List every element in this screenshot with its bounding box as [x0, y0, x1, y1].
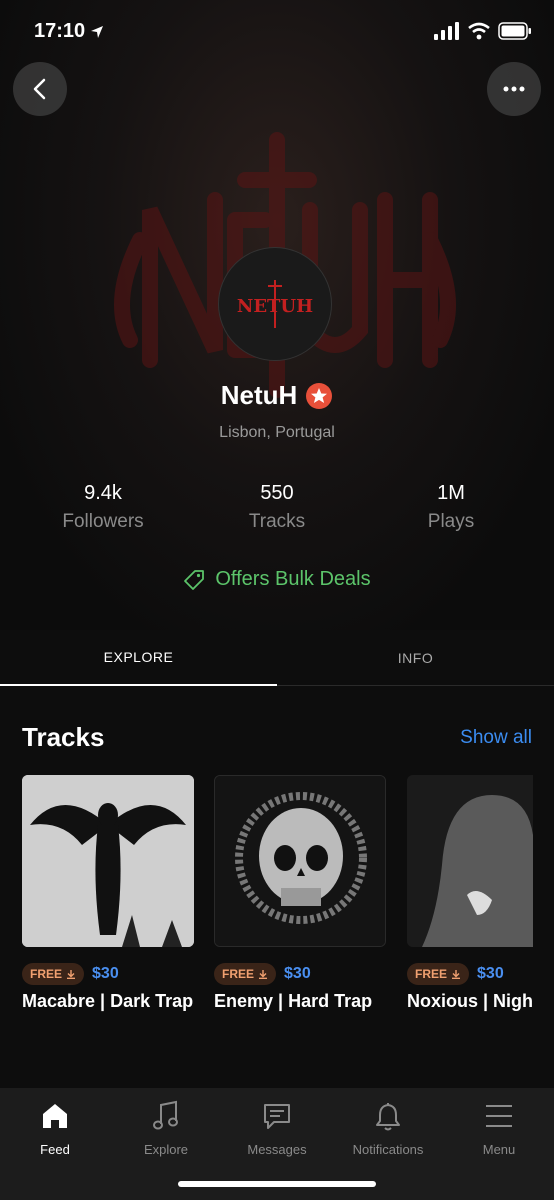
cover-art: [22, 775, 194, 947]
stat-value: 1M: [437, 482, 465, 504]
download-icon: [67, 970, 76, 979]
stat-tracks[interactable]: 550 Tracks: [187, 482, 367, 533]
stat-followers[interactable]: 9.4k Followers: [13, 482, 193, 533]
home-indicator[interactable]: [178, 1181, 376, 1187]
location-arrow-icon: [91, 26, 103, 38]
bell-icon: [376, 1103, 400, 1131]
back-button[interactable]: [13, 62, 67, 116]
track-card[interactable]: FREE $30 Macabre | Dark Trap: [22, 775, 194, 1012]
artist-name-row: NetuH: [0, 380, 554, 411]
section-title: Tracks: [22, 722, 105, 752]
tab-explore[interactable]: EXPLORE: [0, 630, 277, 686]
nav-feed[interactable]: Feed: [0, 1100, 110, 1157]
price-row: FREE $30: [214, 963, 386, 985]
nav-messages[interactable]: Messages: [222, 1100, 332, 1157]
nav-notifications[interactable]: Notifications: [333, 1100, 443, 1157]
price-row: FREE $30: [22, 963, 194, 985]
track-price: $30: [477, 965, 504, 982]
more-options-button[interactable]: [487, 62, 541, 116]
cover-art: [407, 775, 533, 947]
artist-name: NetuH: [220, 380, 298, 410]
home-icon: [43, 1104, 67, 1128]
battery-icon: [498, 22, 531, 40]
track-price: $30: [92, 965, 119, 982]
nav-label: Messages: [247, 1142, 307, 1157]
track-cover: [22, 775, 194, 947]
free-download-badge[interactable]: FREE: [22, 963, 85, 985]
message-icon: [264, 1104, 290, 1129]
chevron-left-icon: [33, 78, 46, 100]
stat-plays[interactable]: 1M Plays: [361, 482, 541, 533]
price-row: FREE $30: [407, 963, 533, 985]
nav-menu[interactable]: Menu: [444, 1100, 554, 1157]
stat-label: Followers: [62, 511, 144, 532]
status-time: 17:10: [34, 20, 86, 42]
nav-label: Menu: [482, 1142, 516, 1157]
free-badge-label: FREE: [415, 967, 448, 981]
nav-explore[interactable]: Explore: [111, 1100, 221, 1157]
cover-art: [215, 776, 385, 946]
download-icon: [452, 970, 461, 979]
free-badge-label: FREE: [222, 967, 255, 981]
track-price: $30: [284, 965, 311, 982]
more-dots-icon: [503, 86, 525, 92]
verified-badge-icon: [306, 382, 333, 409]
track-title: Macabre | Dark Trap: [22, 991, 194, 1011]
nav-label: Notifications: [352, 1142, 424, 1157]
download-icon: [259, 970, 268, 979]
artist-avatar[interactable]: NΕTUH: [218, 247, 332, 361]
music-note-icon: [153, 1100, 178, 1130]
tag-icon: [184, 569, 205, 590]
nav-label: Feed: [40, 1142, 70, 1157]
bulk-deals-link[interactable]: Offers Bulk Deals: [0, 568, 554, 591]
stat-label: Tracks: [248, 511, 306, 532]
artist-avatar-logo: NΕTUH: [237, 280, 313, 328]
profile-tabs: EXPLORE INFO: [0, 630, 554, 686]
stat-value: 9.4k: [84, 482, 122, 504]
free-badge-label: FREE: [30, 967, 63, 981]
wifi-icon: [468, 22, 490, 40]
bulk-deals-label: Offers Bulk Deals: [215, 568, 371, 590]
stat-label: Plays: [427, 511, 475, 532]
track-cover: [214, 775, 386, 947]
track-title: Enemy | Hard Trap: [214, 991, 373, 1011]
free-download-badge[interactable]: FREE: [407, 963, 470, 985]
show-all-link[interactable]: Show all: [460, 727, 532, 749]
track-cover: [407, 775, 533, 947]
stat-value: 550: [260, 482, 294, 504]
free-download-badge[interactable]: FREE: [214, 963, 277, 985]
nav-label: Explore: [143, 1142, 189, 1157]
track-card[interactable]: FREE $30 Noxious | Night: [407, 775, 533, 1012]
signal-icon: [434, 22, 459, 40]
menu-icon: [486, 1105, 512, 1127]
tab-info[interactable]: INFO: [277, 630, 554, 686]
status-bar: 17:10: [0, 0, 554, 66]
track-title: Noxious | Night: [407, 991, 533, 1011]
track-card[interactable]: FREE $30 Enemy | Hard Trap: [214, 775, 386, 1012]
artist-location: Lisbon, Portugal: [219, 424, 335, 441]
